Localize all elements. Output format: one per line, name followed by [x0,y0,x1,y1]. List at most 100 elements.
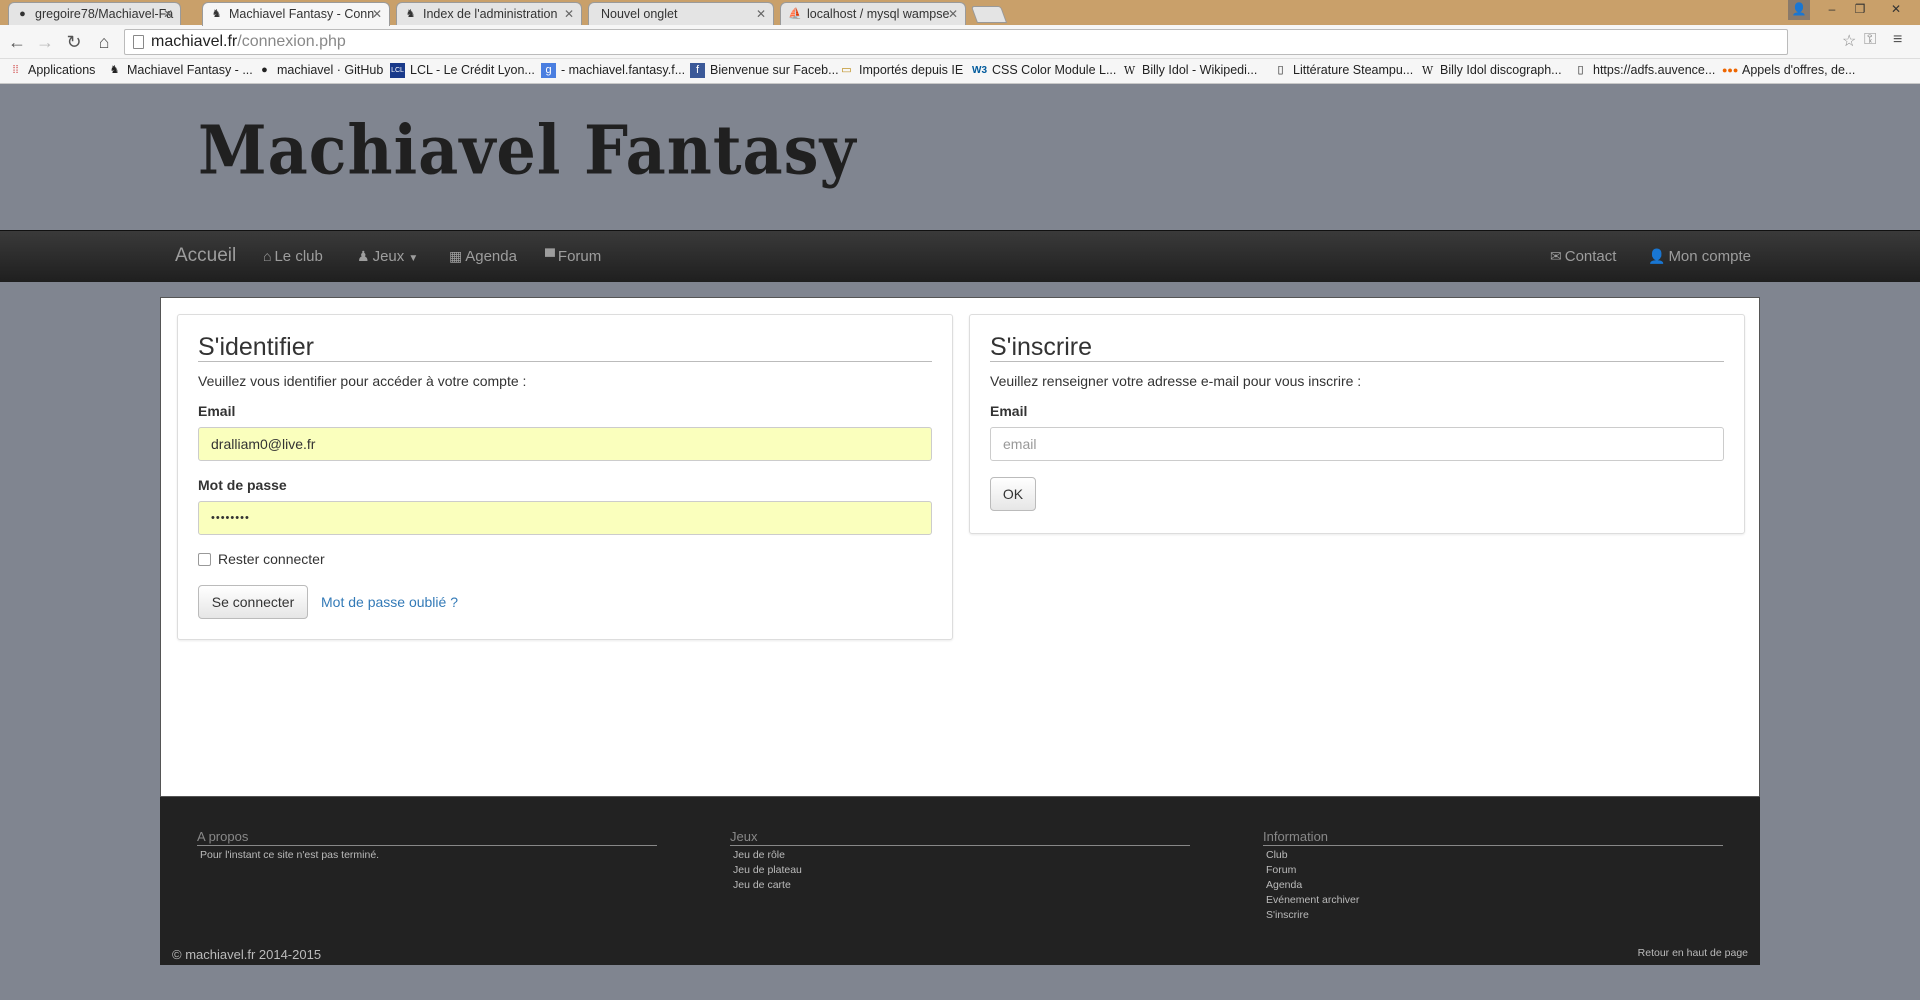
remember-checkbox[interactable] [198,553,211,566]
bookmark-item[interactable]: ⁞⁞ Applications [8,63,95,77]
extension-key-icon[interactable]: ⚿ [1864,31,1876,49]
close-icon[interactable]: ✕ [564,7,574,21]
browser-tab[interactable]: ⛵ localhost / mysql wampse ✕ [780,2,966,25]
wikipedia-icon: W [1421,64,1434,77]
new-tab-button[interactable] [970,6,1008,23]
nav-item-agenda[interactable]: ▦ Agenda [449,248,517,265]
bookmark-item[interactable]: W Billy Idol - Wikipedi... [1122,63,1257,77]
window-close-icon[interactable]: ✕ [1878,0,1914,20]
bookmark-item[interactable]: ♞ Machiavel Fantasy - ... [107,63,253,77]
wikipedia-icon: W [1123,64,1136,77]
footer-link[interactable]: Jeu de carte [733,878,1190,893]
back-arrow-icon[interactable]: ← [5,30,29,54]
menu-icon[interactable]: ≡ [1893,31,1902,49]
browser-tab-active[interactable]: ♞ Machiavel Fantasy - Conn ✕ [202,2,390,26]
email-label: Email [198,403,236,419]
site-logo[interactable]: Machiavel Fantasy [198,111,857,190]
copyright-text: © machiavel.fr 2014-2015 [172,947,322,962]
site-header: Machiavel Fantasy [0,84,1920,230]
main-content: S'identifier Veuillez vous identifier po… [160,297,1760,797]
nav-item-jeux[interactable]: ♟ Jeux ▼ [357,248,418,265]
bookmark-item[interactable]: LCL LCL - Le Crédit Lyon... [390,63,535,78]
facebook-icon: f [690,63,705,78]
back-to-top-link[interactable]: Retour en haut de page [1638,947,1748,959]
restore-icon[interactable]: ❐ [1848,0,1872,20]
nav-item-le-club[interactable]: ⌂ Le club [263,248,323,265]
minimize-icon[interactable]: – [1820,0,1844,20]
caret-down-icon: ▼ [408,253,419,264]
password-label: Mot de passe [198,477,287,493]
browser-tab[interactable]: ♞ Index de l'administration ✕ [396,2,582,25]
reload-icon[interactable]: ↻ [62,30,86,54]
footer-link[interactable]: Forum [1266,863,1723,878]
bookmark-star-icon[interactable]: ☆ [1842,31,1856,51]
google-icon: g [541,63,556,78]
footer-text: Pour l'instant ce site n'est pas terminé… [200,849,380,861]
tab-title: Nouvel onglet [601,7,678,21]
register-panel: S'inscrire Veuillez renseigner votre adr… [969,314,1745,534]
phpmyadmin-icon: ⛵ [788,8,802,20]
register-email-field[interactable] [990,427,1724,461]
nav-item-forum[interactable]: ▀ Forum [545,248,601,265]
browser-tab[interactable]: Nouvel onglet ✕ [588,2,774,25]
bookmark-item[interactable]: W3 CSS Color Module L... [972,63,1116,77]
register-ok-button[interactable]: OK [990,477,1036,511]
login-title: S'identifier [198,333,314,361]
dots-icon: ●●● [1722,65,1739,75]
bookmark-item[interactable]: f Bienvenue sur Faceb... [690,63,839,78]
apps-grid-icon: ⁞⁞ [12,64,19,76]
close-icon[interactable]: ✕ [163,7,173,21]
login-submit-button[interactable]: Se connecter [198,585,308,619]
remember-label[interactable]: Rester connecter [218,551,325,567]
footer-link[interactable]: Jeu de rôle [733,848,1190,863]
address-bar[interactable]: machiavel.fr/connexion.php [124,29,1788,55]
register-title: S'inscrire [990,333,1093,361]
close-icon[interactable]: ✕ [756,7,766,21]
nav-item-contact[interactable]: ✉ Contact [1550,248,1616,265]
footer-link[interactable]: Jeu de plateau [733,863,1190,878]
nav-item-mon-compte[interactable]: 👤 Mon compte [1648,248,1751,265]
footer-title: Information [1263,829,1723,846]
home-icon: ⌂ [263,248,272,264]
bookmarks-bar: ⁞⁞ Applications ♞ Machiavel Fantasy - ... … [0,59,1920,84]
bookmark-item[interactable]: ● machiavel · GitHub [257,63,383,77]
divider [990,361,1724,362]
footer-link[interactable]: S'inscrire [1266,908,1723,923]
close-icon[interactable]: ✕ [372,7,382,21]
tab-title: localhost / mysql wampse [807,7,950,21]
bookmark-item[interactable]: W Billy Idol discograph... [1420,63,1562,77]
main-navbar: Accueil ⌂ Le club ♟ Jeux ▼ ▦ Agenda ▀ Forum … [0,230,1920,282]
close-icon[interactable]: ✕ [948,7,958,21]
github-icon: ● [261,64,268,76]
footer-link[interactable]: Club [1266,848,1723,863]
login-password-field[interactable] [198,501,932,535]
forward-arrow-icon[interactable]: → [33,30,57,54]
nav-home-link[interactable]: Accueil [175,245,236,267]
footer-games: Jeux Jeu de rôle Jeu de plateau Jeu de c… [730,829,1190,893]
lcl-icon: LCL [390,63,405,78]
github-icon: ● [19,8,26,20]
bookmark-item[interactable]: ▯ https://adfs.auvence... [1573,63,1715,77]
email-label: Email [990,403,1028,419]
footer-link[interactable]: Evénement archiver [1266,893,1723,908]
forgot-password-link[interactable]: Mot de passe oublié ? [321,594,458,610]
login-intro: Veuillez vous identifier pour accéder à … [198,373,527,389]
profile-icon[interactable]: 👤 [1788,0,1810,20]
browser-tab[interactable]: ● gregoire78/Machiavel-Fa ✕ [8,2,181,25]
tab-title: Index de l'administration [423,7,558,21]
home-icon[interactable]: ⌂ [92,30,116,54]
bookmark-item[interactable]: ▯ Littérature Steampu... [1273,63,1413,77]
browser-tab-strip: ● gregoire78/Machiavel-Fa ✕ ♞ Machiavel … [0,0,1920,26]
w3c-icon: W3 [972,65,987,76]
envelope-icon: ✉ [1550,248,1562,264]
footer-link[interactable]: Agenda [1266,878,1723,893]
bookmark-item[interactable]: g- machiavel.fantasy.f... [541,63,685,78]
footer-about: A propos Pour l'instant ce site n'est pa… [197,829,657,863]
register-intro: Veuillez renseigner votre adresse e-mail… [990,373,1362,389]
bookmark-item[interactable]: ●●● Appels d'offres, de... [1722,63,1855,77]
bookmark-item[interactable]: ▭ Importés depuis IE [839,63,963,77]
login-email-field[interactable] [198,427,932,461]
tab-title: Machiavel Fantasy - Conn [229,7,375,21]
site-favicon-icon: ♞ [109,64,120,76]
folder-icon: ▭ [841,64,852,76]
